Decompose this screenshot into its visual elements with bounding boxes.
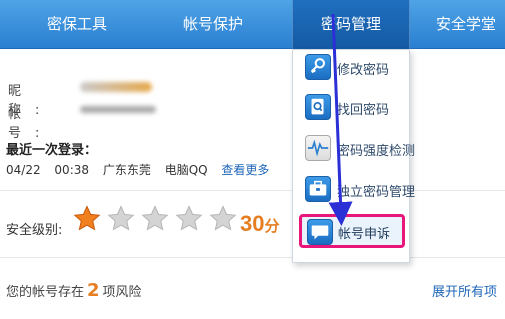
dropdown-item-account-appeal[interactable]: 帐号申诉 bbox=[299, 214, 405, 248]
last-login-location: 广东东莞 bbox=[102, 163, 151, 177]
expand-all-link[interactable]: 展开所有项 bbox=[432, 281, 497, 300]
key-icon bbox=[305, 54, 331, 80]
dropdown-item-label: 帐号申诉 bbox=[338, 227, 391, 242]
risk-suffix: 项风险 bbox=[102, 285, 142, 300]
account-row: 帐号: bbox=[8, 103, 52, 141]
last-login-title: 最近一次登录： bbox=[6, 143, 98, 158]
nav-item-account-protection[interactable]: 帐号保护 bbox=[148, 0, 278, 49]
last-login-date: 04/22 bbox=[6, 163, 41, 177]
star-empty-icon bbox=[107, 205, 135, 231]
star-empty-icon bbox=[141, 205, 169, 231]
risk-count: 2 bbox=[87, 280, 100, 301]
last-login-time: 00:38 bbox=[54, 163, 90, 177]
security-score-unit: 分 bbox=[264, 218, 280, 235]
top-nav-bar: 密保工具 帐号保护 密码管理 安全学堂 bbox=[0, 0, 505, 49]
last-login-device: 电脑QQ bbox=[164, 163, 208, 177]
nav-item-security-tools[interactable]: 密保工具 bbox=[12, 0, 142, 49]
section-divider bbox=[0, 257, 505, 258]
section-divider bbox=[0, 190, 505, 191]
dropdown-item-label: 找回密码 bbox=[337, 103, 390, 118]
nav-item-password-management[interactable]: 密码管理 bbox=[292, 0, 410, 49]
last-login-row: 04/22 00:38 广东东莞 电脑QQ 查看更多 bbox=[6, 161, 279, 178]
dropdown-item-label: 修改密码 bbox=[337, 63, 390, 78]
star-filled-icon bbox=[73, 205, 101, 231]
dropdown-item-password-strength[interactable]: 密码强度检测 bbox=[293, 131, 415, 169]
nickname-value-redacted bbox=[80, 82, 152, 92]
security-score: 30分 bbox=[240, 211, 280, 237]
risk-summary: 您的帐号存在 2 项风险 bbox=[6, 280, 142, 301]
nav-item-security-school[interactable]: 安全学堂 bbox=[418, 0, 505, 49]
security-score-value: 30 bbox=[240, 211, 265, 236]
dropdown-item-label: 独立密码管理 bbox=[337, 185, 416, 200]
dropdown-item-change-password[interactable]: 修改密码 bbox=[293, 50, 411, 88]
account-value-redacted bbox=[80, 106, 156, 113]
risk-prefix: 您的帐号存在 bbox=[6, 285, 85, 300]
star-empty-icon bbox=[209, 205, 237, 231]
strength-wave-icon bbox=[305, 135, 331, 161]
star-empty-icon bbox=[175, 205, 203, 231]
find-password-icon bbox=[305, 94, 331, 120]
dropdown-item-recover-password[interactable]: 找回密码 bbox=[293, 90, 411, 128]
password-management-dropdown: 修改密码 找回密码 密码强度检测 独立密码管理 帐号申诉 bbox=[292, 49, 415, 263]
chat-bubble-icon bbox=[307, 219, 333, 245]
view-more-link[interactable]: 查看更多 bbox=[221, 163, 269, 177]
dropdown-item-independent-password[interactable]: 独立密码管理 bbox=[293, 172, 415, 210]
account-label: 帐号: bbox=[8, 107, 54, 141]
dropdown-item-label: 密码强度检测 bbox=[337, 144, 416, 159]
briefcase-icon bbox=[305, 176, 331, 202]
security-level-label: 安全级别: bbox=[6, 223, 63, 238]
security-star-rating bbox=[72, 204, 238, 234]
